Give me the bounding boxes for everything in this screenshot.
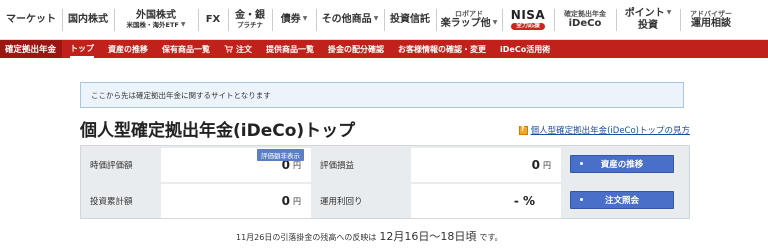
subnav-holdings[interactable]: 保有商品一覧	[162, 40, 210, 58]
invested-number: 0	[281, 194, 290, 208]
reflection-note: 11月26日の引落掛金の残高への反映は 12月16日〜18日頃 です。	[236, 228, 503, 244]
help-link-label: 個人型確定拠出年金(iDeCo)トップの見方	[530, 126, 690, 136]
nisa-badge: 全力応援	[510, 23, 545, 31]
market-value-unit: 円	[293, 160, 301, 170]
bullet-icon	[580, 162, 583, 165]
nav-robo[interactable]: ロボアド 楽ラップ他 ▼	[436, 0, 502, 39]
market-value-label: 時価評価額	[90, 161, 133, 171]
subnav-asset-history[interactable]: 資産の推移	[108, 40, 148, 58]
chevron-down-icon: ▼	[492, 19, 498, 27]
nav-market-label: マーケット	[6, 13, 56, 25]
nav-gold-sub: プラチナ	[237, 20, 263, 29]
bullet-icon	[580, 198, 583, 201]
yield-number: - %	[513, 194, 535, 208]
nav-trust[interactable]: 投資信託	[384, 0, 436, 39]
subnav-ideco-tips[interactable]: iDeCo活用術	[500, 40, 550, 58]
chevron-down-icon: ▼	[302, 15, 308, 23]
ideco-subnav: 確定拠出年金 トップ 資産の推移 保有商品一覧 注文 提供商品一覧 掛金の配分確…	[0, 40, 768, 58]
subnav-order[interactable]: 注文	[224, 40, 252, 58]
invested-value: 0円	[161, 184, 311, 218]
reflection-date: 12月16日〜18日頃	[379, 230, 477, 243]
nav-foreign-stock[interactable]: 外国株式 米国株・海外ETF ▼	[114, 0, 198, 39]
site-notice-text: ここから先は確定拠出年金に関するサイトとなります	[91, 90, 271, 100]
asset-history-button-label: 資産の推移	[600, 160, 644, 170]
nav-others[interactable]: その他商品 ▼	[316, 0, 384, 39]
help-icon	[518, 125, 528, 135]
nav-foreign-stock-sub: 米国株・海外ETF	[126, 20, 179, 29]
asset-history-button[interactable]: 資産の推移	[570, 155, 674, 173]
nav-others-label: その他商品	[321, 13, 372, 25]
subnav-order-label: 注文	[236, 44, 253, 54]
nav-points-label: ポイント	[624, 8, 665, 19]
nav-robo-sub: ロボアド	[455, 9, 483, 18]
nisa-logo: NISA	[510, 7, 546, 22]
page-title: 個人型確定拠出年金(iDeCo)トップ	[80, 121, 356, 141]
nav-ideco-sub: 確定拠出年金	[564, 9, 606, 18]
nav-advisor[interactable]: アドバイザー 運用相談	[680, 0, 742, 39]
order-inquiry-button-label: 注文照会	[604, 196, 639, 206]
chevron-down-icon: ▼	[373, 15, 379, 23]
nav-domestic-stock[interactable]: 国内株式	[62, 0, 114, 39]
nav-bonds-label: 債券	[280, 13, 301, 25]
chevron-down-icon: ▼	[180, 20, 186, 28]
yield-label: 運用利回り	[320, 197, 363, 207]
nav-advisor-sub: アドバイザー	[690, 9, 732, 18]
pnl-unit: 円	[543, 160, 551, 170]
chevron-down-icon: ▼	[666, 9, 672, 17]
invested-unit: 円	[293, 196, 301, 206]
nav-ideco[interactable]: 確定拠出年金 iDeCo	[554, 0, 616, 39]
nav-advisor-label: 運用相談	[691, 17, 731, 29]
nav-robo-label: 楽ラップ他	[440, 17, 491, 29]
nav-domestic-stock-label: 国内株式	[68, 13, 108, 25]
help-link[interactable]: 個人型確定拠出年金(iDeCo)トップの見方	[518, 124, 690, 136]
nav-gold-label: 金・銀	[235, 10, 265, 22]
cart-icon	[224, 45, 234, 53]
reflection-note-text: 11月26日の引落掛金の残高への反映は	[236, 233, 377, 242]
pnl-number: 0	[531, 158, 540, 172]
hide-value-toggle[interactable]: 評価額非表示	[257, 149, 304, 161]
subnav-customer-info[interactable]: お客様情報の確認・変更	[398, 40, 486, 58]
invested-label: 投資累計額	[90, 197, 133, 207]
subnav-products[interactable]: 提供商品一覧	[266, 40, 314, 58]
order-inquiry-button[interactable]: 注文照会	[570, 191, 674, 209]
subnav-allocation[interactable]: 掛金の配分確認	[328, 40, 384, 58]
subnav-top[interactable]: トップ	[70, 40, 95, 58]
nav-points-label-2: 投資	[638, 19, 658, 31]
nav-nisa[interactable]: NISA 全力応援	[502, 0, 554, 39]
nav-fx[interactable]: FX	[198, 0, 228, 39]
global-nav: マーケット 国内株式 外国株式 米国株・海外ETF ▼ FX 金・銀 プラチナ 債…	[0, 0, 768, 40]
nav-trust-label: 投資信託	[390, 13, 430, 25]
nav-bonds[interactable]: 債券 ▼	[272, 0, 316, 39]
yield-value: - %	[411, 184, 561, 218]
site-notice: ここから先は確定拠出年金に関するサイトとなります	[80, 82, 684, 108]
nav-fx-label: FX	[205, 13, 221, 25]
pnl-value: 0円	[411, 148, 561, 182]
reflection-note-suffix: です。	[479, 233, 503, 242]
nav-market[interactable]: マーケット	[0, 0, 62, 39]
nav-points[interactable]: ポイント ▼ 投資	[616, 0, 680, 39]
pnl-label: 評価損益	[320, 161, 355, 171]
summary-panel: 時価評価額 0円 評価額非表示 評価損益 0円 資産の推移 投資累計額 0円 運…	[80, 145, 690, 219]
nav-foreign-stock-label: 外国株式	[136, 10, 176, 22]
section-title: 確定拠出年金	[0, 40, 63, 58]
nav-ideco-label: iDeCo	[568, 17, 602, 29]
nav-gold[interactable]: 金・銀 プラチナ	[228, 0, 272, 39]
